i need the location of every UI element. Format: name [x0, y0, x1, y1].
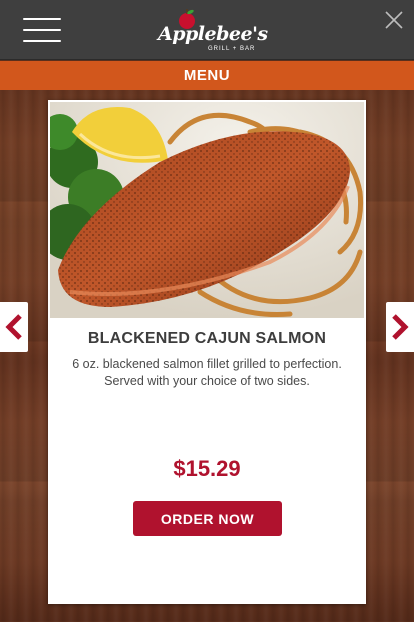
menu-item-description: 6 oz. blackened salmon fillet grilled to…	[72, 357, 342, 388]
menu-item-title: BLACKENED CAJUN SALMON	[87, 330, 327, 347]
menu-bar[interactable]: MENU	[0, 61, 414, 90]
previous-item-button[interactable]	[0, 302, 28, 352]
top-header: Applebee's GRILL + BAR	[0, 0, 414, 60]
menu-item-card: BLACKENED CAJUN SALMON 6 oz. blackened s…	[48, 100, 366, 604]
menu-item-photo	[50, 102, 364, 318]
next-item-button[interactable]	[386, 302, 414, 352]
menu-item-price: $15.29	[173, 456, 241, 481]
order-now-button[interactable]: ORDER NOW	[133, 501, 282, 536]
chevron-left-icon	[5, 314, 22, 340]
logo-tagline: GRILL + BAR	[208, 46, 256, 52]
chevron-right-icon	[392, 314, 409, 340]
salmon-dish-image	[50, 102, 364, 318]
applebees-logo[interactable]: Applebee's GRILL + BAR	[158, 6, 268, 56]
hamburger-menu-icon[interactable]	[23, 18, 61, 42]
logo-wordmark: Applebee's	[158, 23, 268, 45]
menu-label: MENU	[183, 67, 231, 84]
close-icon[interactable]	[384, 10, 404, 30]
